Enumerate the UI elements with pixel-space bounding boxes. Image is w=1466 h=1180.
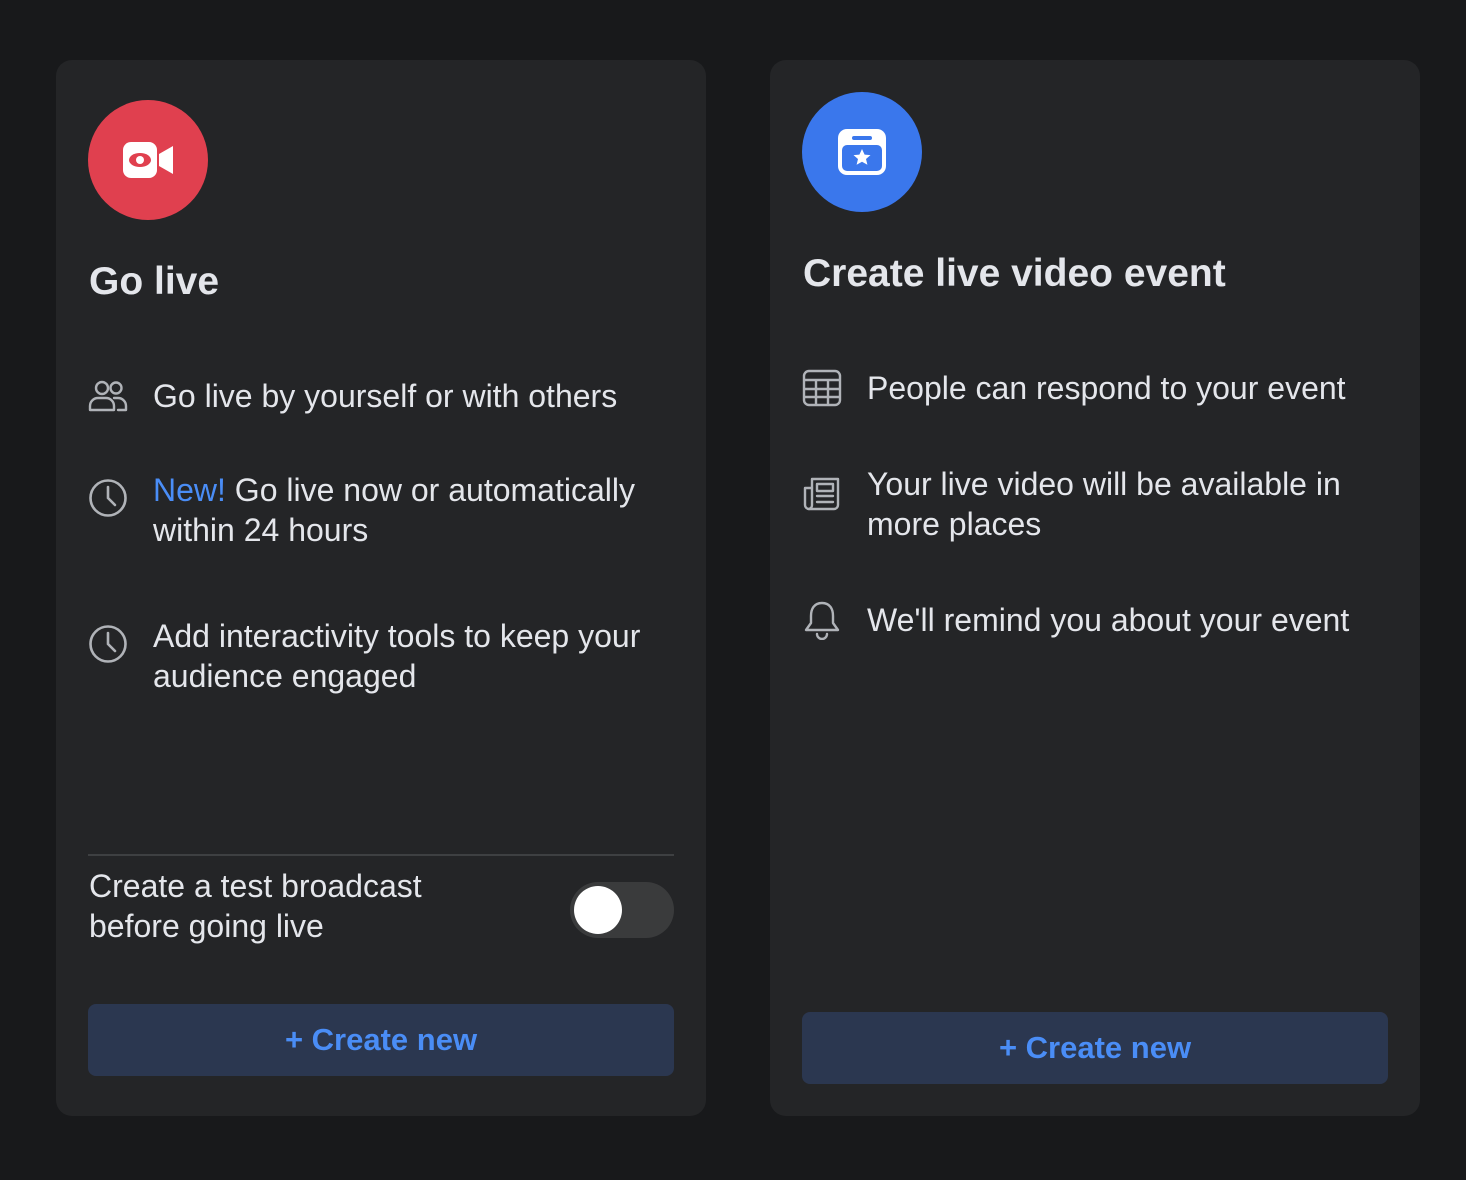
video-camera-eye-icon: [88, 100, 208, 220]
clock-icon: [88, 624, 128, 664]
bell-icon: [802, 600, 842, 640]
event-create-new-button[interactable]: + Create new: [802, 1012, 1388, 1084]
clock-icon: [88, 478, 128, 518]
newspaper-icon: [802, 474, 842, 514]
go-live-create-new-button[interactable]: + Create new: [88, 1004, 674, 1076]
go-live-feature-schedule: New! Go live now or automatically within…: [88, 470, 684, 550]
event-feature-reminder: We'll remind you about your event: [802, 600, 1398, 640]
go-live-card: Go live Go live by yourself or with othe…: [56, 60, 706, 1116]
feature-text: New! Go live now or automatically within…: [153, 472, 635, 548]
people-icon: [88, 376, 128, 416]
calendar-grid-icon: [802, 368, 842, 408]
event-feature-availability: Your live video will be available in mor…: [802, 464, 1398, 544]
test-broadcast-label: Create a test broadcast before going liv…: [89, 868, 422, 944]
go-live-title: Go live: [89, 260, 220, 303]
event-title: Create live video event: [803, 252, 1226, 295]
test-broadcast-toggle[interactable]: [570, 882, 674, 938]
new-tag: New!: [153, 472, 226, 508]
feature-text: People can respond to your event: [867, 370, 1346, 406]
calendar-star-icon: [802, 92, 922, 212]
go-live-feature-interactivity: Add interactivity tools to keep your aud…: [88, 616, 684, 696]
feature-text: Add interactivity tools to keep your aud…: [153, 618, 641, 694]
divider: [88, 854, 674, 856]
live-video-event-card: Create live video event People can respo…: [770, 60, 1420, 1116]
feature-text: Your live video will be available in mor…: [867, 466, 1341, 542]
event-feature-respond: People can respond to your event: [802, 368, 1398, 408]
go-live-feature-people: Go live by yourself or with others: [88, 376, 684, 416]
feature-text: We'll remind you about your event: [867, 602, 1350, 638]
toggle-knob: [574, 886, 622, 934]
feature-text: Go live by yourself or with others: [153, 378, 618, 414]
